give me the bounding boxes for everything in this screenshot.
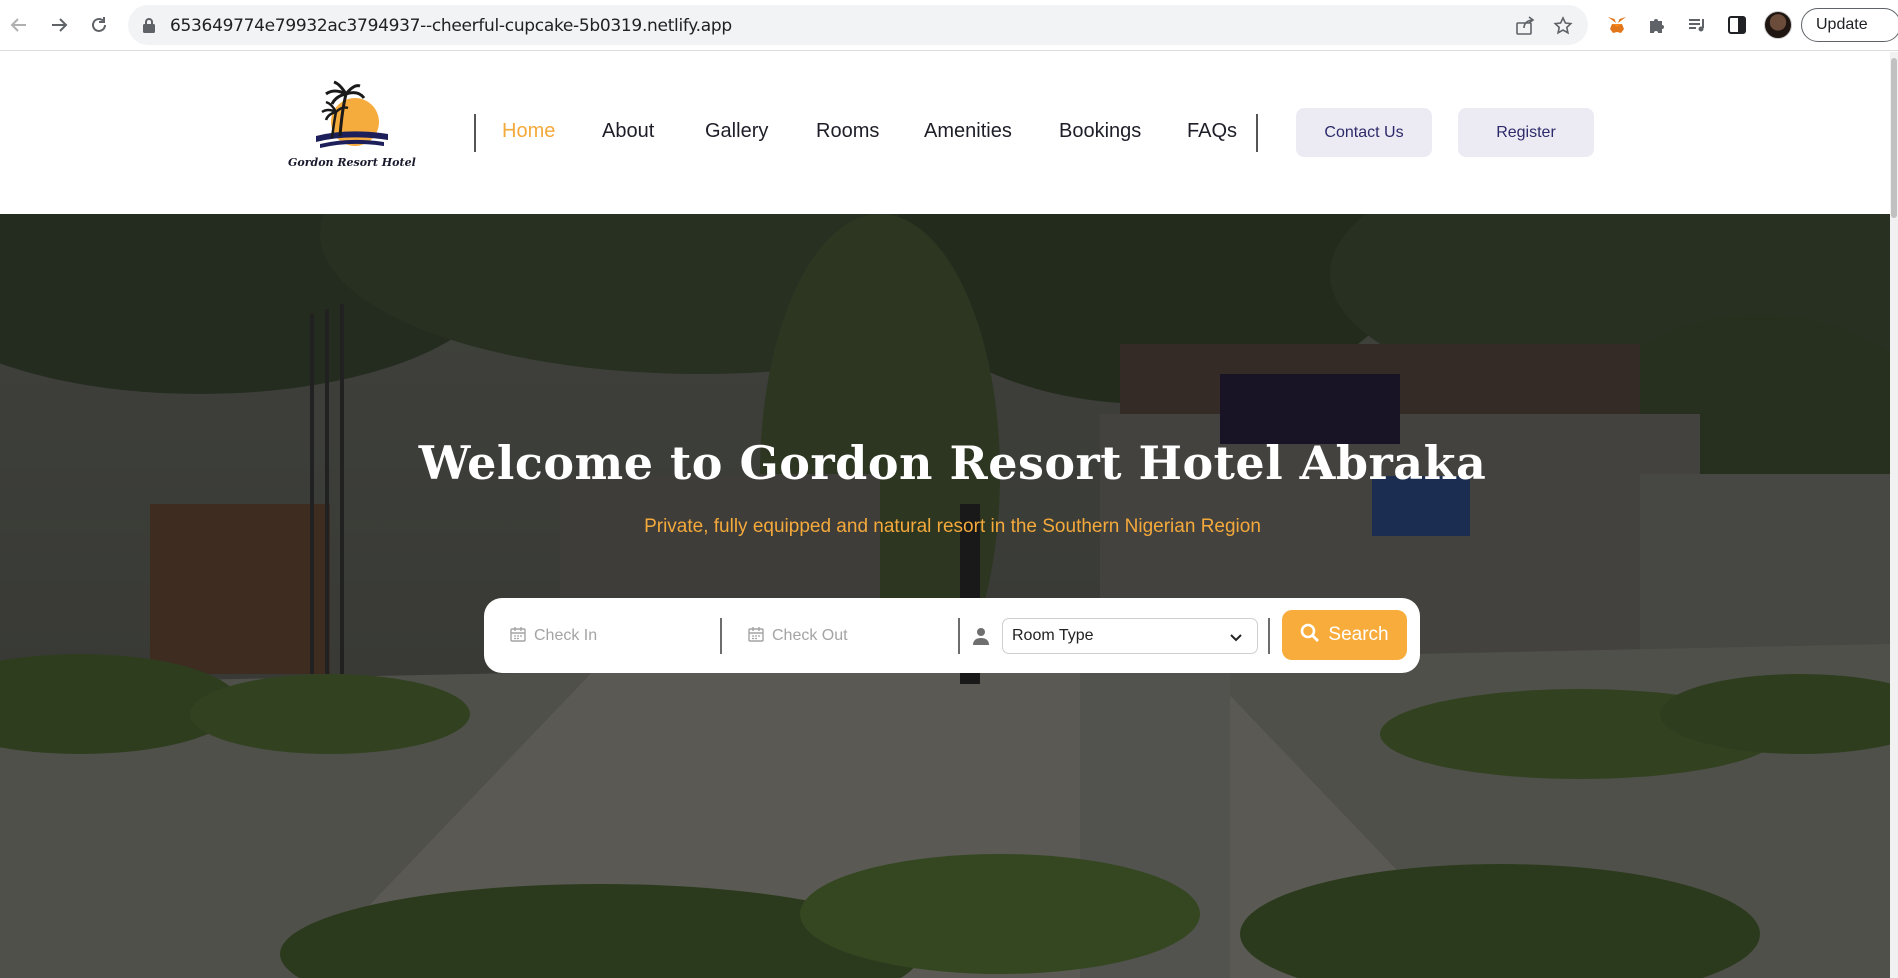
check-out-field[interactable]: Check Out xyxy=(748,618,948,654)
search-button[interactable]: Search xyxy=(1282,610,1407,660)
chevron-down-icon xyxy=(1229,630,1243,648)
hero-section: Welcome to Gordon Resort Hotel Abraka Pr… xyxy=(0,214,1890,978)
hotel-logo[interactable]: Gordon Resort Hotel xyxy=(288,80,416,172)
register-button[interactable]: Register xyxy=(1458,108,1594,157)
menu-divider-right xyxy=(1256,114,1258,152)
hero-background-photo xyxy=(0,214,1890,978)
side-panel-icon[interactable] xyxy=(1724,12,1750,38)
search-icon xyxy=(1300,623,1320,648)
share-icon[interactable] xyxy=(1514,15,1536,37)
reload-icon[interactable] xyxy=(84,10,114,40)
site-header: Gordon Resort Hotel Home About Gallery R… xyxy=(0,52,1890,214)
search-divider xyxy=(720,618,722,654)
update-button[interactable]: Update xyxy=(1801,8,1898,42)
forward-icon[interactable] xyxy=(44,10,74,40)
lock-icon xyxy=(142,17,156,38)
menu-divider-left xyxy=(474,114,476,152)
back-icon[interactable] xyxy=(4,10,34,40)
nav-home[interactable]: Home xyxy=(502,120,555,143)
check-in-placeholder: Check In xyxy=(534,627,598,644)
nav-gallery[interactable]: Gallery xyxy=(705,120,768,143)
contact-us-button[interactable]: Contact Us xyxy=(1296,108,1432,157)
search-divider xyxy=(958,618,960,654)
check-in-field[interactable]: Check In xyxy=(510,618,710,654)
nav-faqs[interactable]: FAQs xyxy=(1187,120,1237,143)
check-out-placeholder: Check Out xyxy=(772,627,848,644)
room-type-select[interactable]: Room Type xyxy=(1002,618,1258,654)
profile-avatar[interactable] xyxy=(1764,11,1792,39)
browser-toolbar: 653649774e79932ac3794937--cheerful-cupca… xyxy=(0,0,1898,51)
hero-title: Welcome to Gordon Resort Hotel Abraka xyxy=(418,436,1487,490)
bookmark-star-icon[interactable] xyxy=(1552,15,1574,37)
scrollbar-thumb[interactable] xyxy=(1891,58,1897,218)
booking-search-bar: Check In Check Out Room Type Search xyxy=(484,598,1420,673)
search-button-label: Search xyxy=(1328,624,1389,645)
calendar-icon xyxy=(748,626,764,647)
user-icon xyxy=(972,618,994,654)
url-text: 653649774e79932ac3794937--cheerful-cupca… xyxy=(170,16,732,36)
room-type-value: Room Type xyxy=(1012,627,1094,644)
nav-amenities[interactable]: Amenities xyxy=(924,120,1012,143)
metamask-icon[interactable] xyxy=(1604,12,1630,38)
nav-about[interactable]: About xyxy=(602,120,654,143)
logo-text: Gordon Resort Hotel xyxy=(288,156,416,169)
extensions-puzzle-icon[interactable] xyxy=(1644,12,1670,38)
page-scrollbar[interactable] xyxy=(1890,52,1898,978)
media-queue-icon[interactable] xyxy=(1684,12,1710,38)
hero-subtitle: Private, fully equipped and natural reso… xyxy=(644,516,1261,537)
nav-rooms[interactable]: Rooms xyxy=(816,120,879,143)
address-bar[interactable]: 653649774e79932ac3794937--cheerful-cupca… xyxy=(128,5,1588,45)
search-divider xyxy=(1268,618,1270,654)
calendar-icon xyxy=(510,626,526,647)
nav-bookings[interactable]: Bookings xyxy=(1059,120,1141,143)
